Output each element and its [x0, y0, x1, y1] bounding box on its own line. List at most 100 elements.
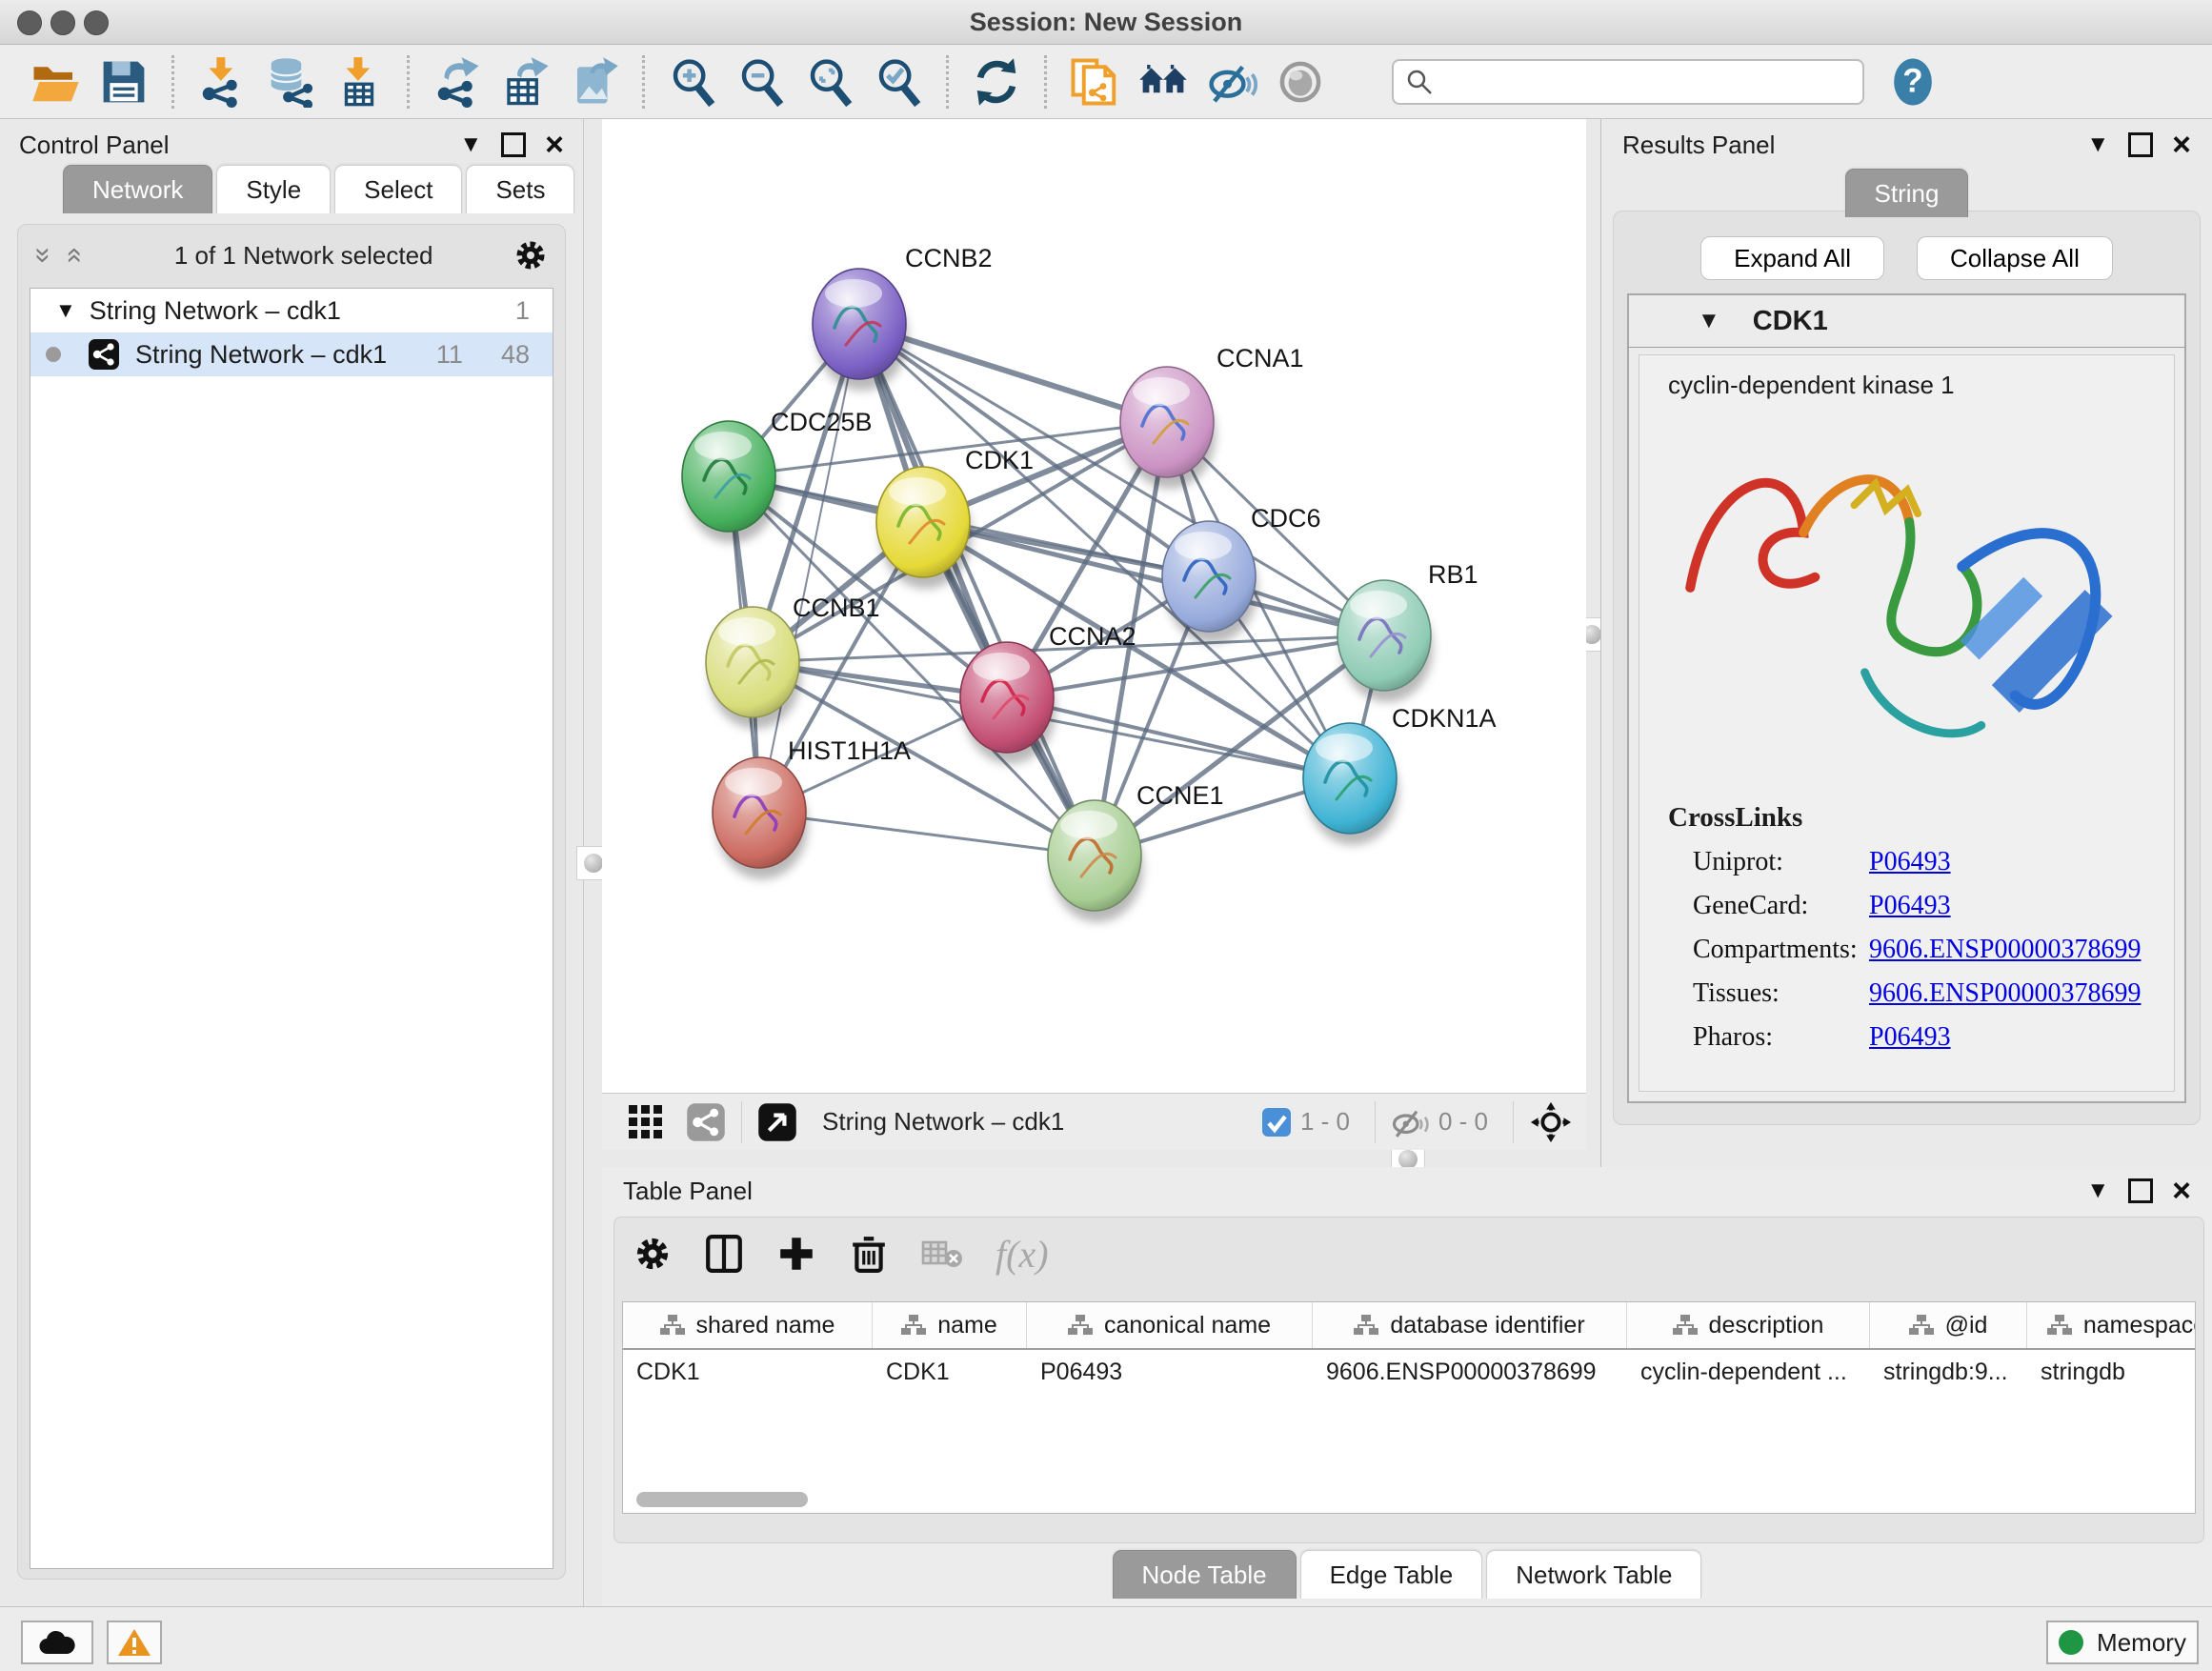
- warnings-button[interactable]: [107, 1621, 162, 1664]
- tab-node-table[interactable]: Node Table: [1113, 1550, 1297, 1599]
- table-options-button[interactable]: [633, 1235, 672, 1273]
- import-network-database-button[interactable]: [263, 54, 318, 110]
- crosslink-link[interactable]: P06493: [1869, 1022, 1951, 1053]
- cell[interactable]: CDK1: [623, 1350, 873, 1394]
- tab-edge-table[interactable]: Edge Table: [1300, 1550, 1483, 1599]
- collection-expander-icon[interactable]: ▼: [55, 298, 76, 323]
- tab-network[interactable]: Network: [63, 165, 212, 213]
- hide-selected-button[interactable]: [1204, 54, 1259, 110]
- zoom-in-button[interactable]: [665, 54, 720, 110]
- birds-eye-grid-icon[interactable]: [627, 1103, 665, 1141]
- add-column-button[interactable]: [776, 1234, 816, 1274]
- node-CCNE1[interactable]: CCNE1: [1048, 781, 1224, 922]
- save-session-button[interactable]: [96, 54, 151, 110]
- detach-view-icon[interactable]: [757, 1102, 797, 1142]
- clone-network-button[interactable]: [1067, 54, 1122, 110]
- column-header-description[interactable]: description: [1627, 1302, 1870, 1348]
- crosslink-link[interactable]: 9606.ENSP00000378699: [1869, 978, 2141, 1009]
- cell[interactable]: stringdb: [2027, 1350, 2196, 1394]
- node-CDK1[interactable]: CDK1: [876, 446, 1034, 589]
- import-network-file-button[interactable]: [194, 54, 250, 110]
- search-input[interactable]: [1443, 67, 1851, 96]
- cell[interactable]: CDK1: [873, 1350, 1027, 1394]
- protein-expander-icon[interactable]: ▼: [1698, 308, 1720, 334]
- crosshair-pan-icon[interactable]: [1529, 1100, 1573, 1144]
- edge-CCNB2-CCNE1[interactable]: [859, 324, 1095, 856]
- edge-CDK1-RB1[interactable]: [923, 522, 1384, 635]
- memory-button[interactable]: Memory: [2046, 1621, 2199, 1664]
- window-controls[interactable]: [17, 10, 109, 35]
- panel-menu-icon[interactable]: ▼: [459, 133, 482, 156]
- show-columns-button[interactable]: [704, 1234, 744, 1274]
- column-header-database-identifier[interactable]: database identifier: [1313, 1302, 1627, 1348]
- import-table-file-button[interactable]: [332, 54, 387, 110]
- float-panel-icon[interactable]: [501, 132, 526, 157]
- float-panel-icon[interactable]: [2128, 132, 2153, 157]
- toolbar-search[interactable]: [1392, 59, 1864, 105]
- collapse-all-button[interactable]: Collapse All: [1917, 236, 2113, 280]
- close-panel-icon[interactable]: ×: [545, 129, 564, 161]
- edge-HIST1H1A-CCNE1[interactable]: [759, 813, 1095, 856]
- crosslink-link[interactable]: P06493: [1869, 847, 1951, 877]
- tab-network-table[interactable]: Network Table: [1486, 1550, 1701, 1599]
- export-image-button[interactable]: [567, 54, 622, 110]
- node-CCNB1[interactable]: CCNB1: [706, 594, 880, 729]
- hidden-eye-icon[interactable]: [1391, 1105, 1431, 1139]
- apply-function-button[interactable]: f(x): [995, 1232, 1049, 1277]
- network-collection-row[interactable]: ▼ String Network – cdk1 1: [30, 289, 553, 332]
- first-neighbors-button[interactable]: [1136, 54, 1191, 110]
- zoom-out-button[interactable]: [734, 54, 789, 110]
- network-options-gear-icon[interactable]: [513, 238, 548, 272]
- protein-card-header[interactable]: ▼ CDK1: [1629, 295, 2184, 348]
- node-CCNB2[interactable]: CCNB2: [813, 244, 993, 391]
- node-HIST1H1A[interactable]: HIST1H1A: [713, 736, 911, 879]
- tab-style[interactable]: Style: [216, 165, 331, 213]
- node-CDC6[interactable]: CDC6: [1162, 504, 1321, 643]
- export-table-button[interactable]: [498, 54, 553, 110]
- close-panel-icon[interactable]: ×: [2172, 129, 2191, 161]
- float-panel-icon[interactable]: [2128, 1178, 2153, 1203]
- zoom-selected-button[interactable]: [871, 54, 926, 110]
- refresh-button[interactable]: [969, 54, 1024, 110]
- cell[interactable]: cyclin-dependent ...: [1627, 1350, 1870, 1394]
- close-window-button[interactable]: [17, 10, 42, 35]
- horizontal-scrollbar[interactable]: [636, 1492, 808, 1507]
- export-network-button[interactable]: [430, 54, 485, 110]
- tab-select[interactable]: Select: [334, 165, 462, 213]
- cell[interactable]: stringdb:9...: [1870, 1350, 2027, 1394]
- tab-string[interactable]: String: [1845, 169, 1969, 217]
- help-button[interactable]: ?: [1885, 54, 1941, 110]
- close-panel-icon[interactable]: ×: [2172, 1175, 2191, 1207]
- cell[interactable]: 9606.ENSP00000378699: [1313, 1350, 1627, 1394]
- node-RB1[interactable]: RB1: [1337, 560, 1478, 702]
- minimize-window-button[interactable]: [50, 10, 75, 35]
- delete-column-button[interactable]: [849, 1234, 889, 1274]
- node-CDKN1A[interactable]: CDKN1A: [1303, 704, 1497, 845]
- show-all-button[interactable]: [1273, 54, 1328, 110]
- crosslink-link[interactable]: 9606.ENSP00000378699: [1869, 935, 2141, 965]
- column-header-shared-name[interactable]: shared name: [623, 1302, 873, 1348]
- edge-CCNA2-CDKN1A[interactable]: [1007, 697, 1350, 778]
- network-share-icon[interactable]: [686, 1102, 726, 1142]
- column-header--id[interactable]: @id: [1870, 1302, 2027, 1348]
- column-header-namespace[interactable]: namespace: [2027, 1302, 2196, 1348]
- panel-menu-icon[interactable]: ▼: [2086, 133, 2109, 156]
- expand-all-button[interactable]: Expand All: [1700, 236, 1884, 280]
- panel-menu-icon[interactable]: ▼: [2086, 1179, 2109, 1202]
- network-graph[interactable]: CCNB2CCNA1CDC25BCDK1CDC6RB1CCNB1CCNA2CDK…: [602, 119, 1586, 1093]
- table-row[interactable]: CDK1CDK1P064939606.ENSP00000378699cyclin…: [623, 1350, 2195, 1394]
- zoom-window-button[interactable]: [84, 10, 109, 35]
- open-session-button[interactable]: [28, 54, 83, 110]
- collapse-all-networks-icon[interactable]: »: [56, 248, 89, 264]
- cloud-button[interactable]: [21, 1621, 93, 1664]
- column-header-name[interactable]: name: [873, 1302, 1027, 1348]
- expand-all-networks-icon[interactable]: »: [27, 248, 59, 264]
- selected-checkbox-icon[interactable]: [1260, 1106, 1293, 1138]
- cell[interactable]: P06493: [1027, 1350, 1313, 1394]
- node-CDC25B[interactable]: CDC25B: [682, 408, 873, 543]
- network-canvas[interactable]: CCNB2CCNA1CDC25BCDK1CDC6RB1CCNB1CCNA2CDK…: [602, 119, 1586, 1093]
- zoom-fit-button[interactable]: [802, 54, 857, 110]
- tab-sets[interactable]: Sets: [466, 165, 574, 213]
- network-row[interactable]: String Network – cdk1 11 48: [30, 332, 553, 376]
- delete-table-button[interactable]: [921, 1238, 963, 1270]
